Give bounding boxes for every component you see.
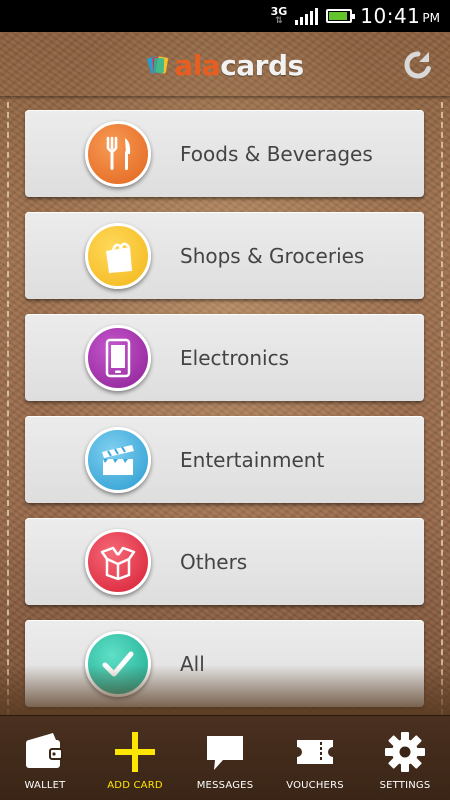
category-label: Others bbox=[180, 549, 248, 574]
fork-knife-icon bbox=[85, 121, 151, 187]
refresh-icon[interactable] bbox=[402, 49, 434, 81]
category-label: Electronics bbox=[180, 345, 290, 370]
nav-label: VOUCHERS bbox=[286, 780, 344, 791]
nav-label: SETTINGS bbox=[379, 780, 431, 791]
shopping-bag-icon bbox=[85, 223, 151, 289]
nav-vouchers[interactable]: VOUCHERS bbox=[270, 716, 360, 800]
ticket-icon bbox=[297, 740, 333, 764]
nav-label: MESSAGES bbox=[196, 780, 254, 791]
nav-label: ADD CARD bbox=[107, 780, 163, 791]
data-arrows-icon: ⇅ bbox=[275, 15, 283, 26]
category-others[interactable]: Others bbox=[25, 518, 424, 605]
logo-text-ala: ala bbox=[174, 48, 221, 82]
cards-logo-icon bbox=[147, 56, 169, 74]
category-label: Entertainment bbox=[180, 447, 325, 472]
right-stitching bbox=[441, 102, 443, 715]
gear-icon bbox=[385, 732, 425, 772]
category-electronics[interactable]: Electronics bbox=[25, 314, 424, 401]
category-label: All bbox=[180, 651, 205, 676]
nav-wallet[interactable]: WALLET bbox=[0, 716, 90, 800]
network-indicator: 3G ⇅ bbox=[270, 4, 288, 26]
nav-messages[interactable]: MESSAGES bbox=[180, 716, 270, 800]
open-box-icon bbox=[85, 529, 151, 595]
speech-bubble-icon bbox=[207, 736, 243, 770]
status-bar: 3G ⇅ 10:41 PM bbox=[0, 0, 450, 32]
plus-icon bbox=[115, 732, 155, 772]
clock: 10:41 bbox=[360, 4, 421, 28]
battery-fill bbox=[329, 12, 348, 20]
category-label: Shops & Groceries bbox=[180, 243, 365, 268]
clapperboard-icon bbox=[85, 427, 151, 493]
nav-label: WALLET bbox=[24, 780, 66, 791]
category-foods-beverages[interactable]: Foods & Beverages bbox=[25, 110, 424, 197]
bottom-navigation: WALLET ADD CARD MESSAGES VOUCHERS SETTIN… bbox=[0, 715, 450, 800]
app-logo: alacards bbox=[146, 48, 304, 82]
nav-settings[interactable]: SETTINGS bbox=[360, 716, 450, 800]
category-entertainment[interactable]: Entertainment bbox=[25, 416, 424, 503]
battery-icon bbox=[326, 9, 356, 23]
header-shadow bbox=[0, 96, 450, 100]
logo-text-cards: cards bbox=[220, 48, 304, 82]
clock-ampm: PM bbox=[422, 11, 440, 25]
left-stitching bbox=[7, 102, 9, 715]
app-header: alacards bbox=[0, 32, 450, 100]
category-list: Foods & Beverages Shops & Groceries Elec… bbox=[25, 110, 424, 722]
checkmark-icon bbox=[85, 631, 151, 697]
category-all[interactable]: All bbox=[25, 620, 424, 707]
category-label: Foods & Beverages bbox=[180, 141, 373, 166]
app-title: alacards bbox=[174, 48, 304, 82]
network-type: 3G bbox=[270, 4, 288, 18]
smartphone-icon bbox=[85, 325, 151, 391]
category-shops-groceries[interactable]: Shops & Groceries bbox=[25, 212, 424, 299]
nav-add-card[interactable]: ADD CARD bbox=[90, 716, 180, 800]
wallet-icon bbox=[26, 733, 63, 768]
signal-strength-icon bbox=[295, 7, 319, 25]
